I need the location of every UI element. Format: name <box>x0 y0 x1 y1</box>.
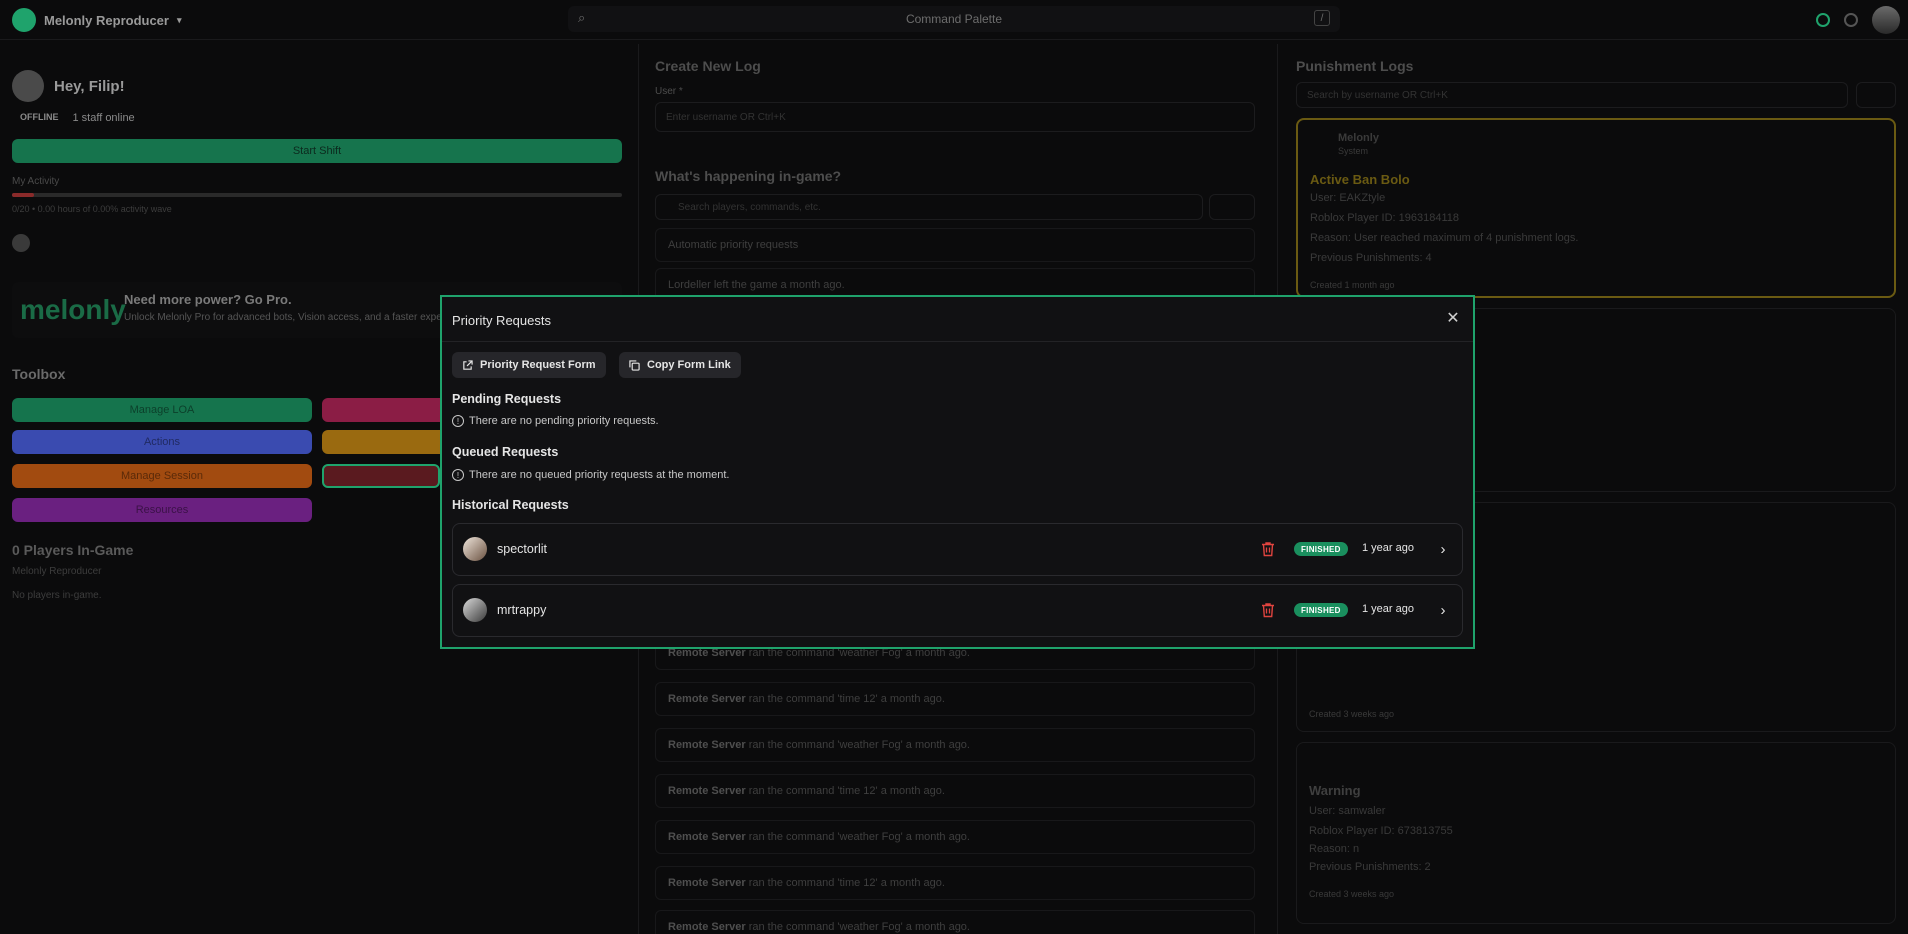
copy-form-link-label: Copy Form Link <box>647 359 731 371</box>
pending-requests-heading: Pending Requests <box>452 392 562 406</box>
queued-requests-heading: Queued Requests <box>452 445 559 459</box>
modal-title: Priority Requests <box>452 313 551 328</box>
priority-request-form-label: Priority Request Form <box>480 359 596 371</box>
info-icon: ! <box>452 415 464 427</box>
historical-requests-heading: Historical Requests <box>452 498 569 512</box>
status-badge: FINISHED <box>1294 542 1348 556</box>
list-item[interactable]: spectorlit FINISHED 1 year ago › <box>452 523 1463 576</box>
request-time: 1 year ago <box>1362 603 1414 615</box>
copy-form-link-button[interactable]: Copy Form Link <box>619 352 741 378</box>
copy-icon <box>629 359 640 371</box>
status-badge: FINISHED <box>1294 603 1348 617</box>
list-item[interactable]: mrtrappy FINISHED 1 year ago › <box>452 584 1463 637</box>
external-link-icon <box>462 359 473 371</box>
avatar <box>463 598 487 622</box>
request-username: spectorlit <box>497 542 548 556</box>
info-icon: ! <box>452 469 464 481</box>
trash-icon[interactable] <box>1261 541 1275 557</box>
trash-icon[interactable] <box>1261 602 1275 618</box>
priority-request-form-button[interactable]: Priority Request Form <box>452 352 606 378</box>
modal-header: Priority Requests ✕ <box>442 297 1473 342</box>
pending-empty-message: ! There are no pending priority requests… <box>452 415 659 427</box>
request-time: 1 year ago <box>1362 542 1414 554</box>
queued-empty-text: There are no queued priority requests at… <box>469 469 730 481</box>
request-username: mrtrappy <box>497 603 547 617</box>
priority-requests-modal: Priority Requests ✕ Priority Request For… <box>440 295 1475 649</box>
chevron-right-icon[interactable]: › <box>1435 599 1451 621</box>
avatar <box>463 537 487 561</box>
pending-empty-text: There are no pending priority requests. <box>469 415 659 427</box>
chevron-right-icon[interactable]: › <box>1435 538 1451 560</box>
close-icon[interactable]: ✕ <box>1443 308 1463 328</box>
app-root: Melonly Reproducer ▾ ⌕ Command Palette /… <box>0 0 1908 934</box>
queued-empty-message: ! There are no queued priority requests … <box>452 469 729 481</box>
